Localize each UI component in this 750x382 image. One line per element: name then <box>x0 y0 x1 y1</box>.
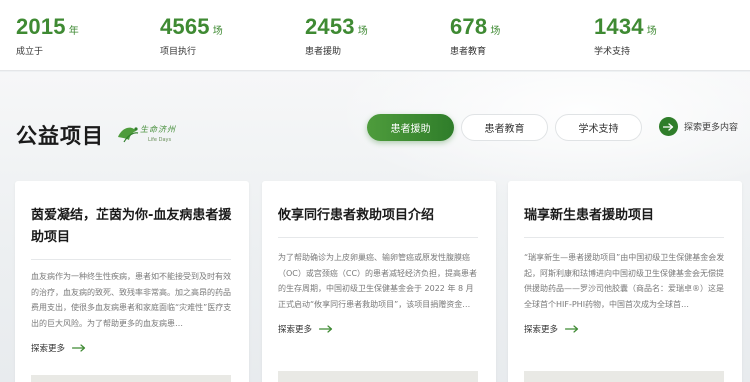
card-image <box>524 371 724 382</box>
card-title[interactable]: 攸享同行患者救助项目介绍 <box>278 205 484 227</box>
card-divider <box>524 237 724 238</box>
tab-patient-education[interactable]: 患者教育 <box>461 114 548 141</box>
stat-number: 4565 <box>160 14 210 39</box>
stat-patient-education: 678 场 患者教育 <box>450 14 500 57</box>
card-title[interactable]: 茵爱凝结，芷茵为你-血友病患者援助项目 <box>31 205 237 249</box>
card-image <box>31 375 231 382</box>
card-excerpt: 血友病作为一种终生性疾病，患者如不能接受到及时有效的治疗，血友病的致死、致残率非… <box>31 272 232 328</box>
program-card-ruixiang[interactable]: 瑞享新生患者援助项目 “瑞享新生—患者援助项目”由中国初级卫生保健基金会发起，阿… <box>508 181 742 382</box>
explore-more-label: 探索更多内容 <box>684 123 739 133</box>
tab-patient-aid[interactable]: 患者援助 <box>367 114 454 141</box>
card-explore-link[interactable]: 探索更多 <box>278 323 333 335</box>
card-excerpt: 为了帮助确诊为上皮卵巢癌、输卵管癌或原发性腹膜癌（OC）或宫颈癌（CC）的患者减… <box>278 253 478 309</box>
card-link-label: 探索更多 <box>278 325 313 335</box>
stat-projects: 4565 场 项目执行 <box>160 14 223 57</box>
arrow-right-icon <box>72 344 86 352</box>
stat-patient-aid: 2453 场 患者援助 <box>305 14 368 57</box>
stat-label: 患者教育 <box>450 47 487 57</box>
card-image <box>278 371 478 382</box>
stats-bar: 2015 年 成立于 4565 场 项目执行 2453 场 患者援助 678 场… <box>0 0 750 71</box>
card-excerpt: “瑞享新生—患者援助项目”由中国初级卫生保健基金会发起，阿斯利康和珐博进向中国初… <box>524 253 725 309</box>
arrow-right-icon <box>565 325 579 333</box>
stat-label: 成立于 <box>16 47 44 57</box>
stat-academic-support: 1434 场 学术支持 <box>594 14 657 57</box>
stat-number: 2015 <box>16 14 66 39</box>
stat-unit: 年 <box>68 26 79 37</box>
card-explore-link[interactable]: 探索更多 <box>31 342 86 354</box>
stat-number: 678 <box>450 14 488 39</box>
logo-text: 生命济州 <box>140 125 176 134</box>
tab-academic-support[interactable]: 学术支持 <box>555 114 642 141</box>
stat-founded: 2015 年 成立于 <box>16 14 79 57</box>
stat-unit: 场 <box>212 26 223 37</box>
explore-more-link[interactable]: 探索更多内容 <box>659 117 738 136</box>
card-divider <box>31 259 231 260</box>
arrow-right-icon <box>319 325 333 333</box>
card-link-label: 探索更多 <box>524 325 559 335</box>
stat-label: 患者援助 <box>305 47 342 57</box>
program-card-hemophilia[interactable]: 茵爱凝结，芷茵为你-血友病患者援助项目 血友病作为一种终生性疾病，患者如不能接受… <box>15 181 249 382</box>
card-explore-link[interactable]: 探索更多 <box>524 323 579 335</box>
arrow-right-icon <box>659 117 678 136</box>
program-card-youxiang[interactable]: 攸享同行患者救助项目介绍 为了帮助确诊为上皮卵巢癌、输卵管癌或原发性腹膜癌（OC… <box>262 181 496 382</box>
stat-unit: 场 <box>646 26 657 37</box>
stat-unit: 场 <box>357 26 368 37</box>
logo-subtext: Life Days <box>148 137 172 143</box>
stat-number: 1434 <box>594 14 644 39</box>
stat-label: 学术支持 <box>594 47 631 57</box>
card-divider <box>278 237 478 238</box>
stat-label: 项目执行 <box>160 47 197 57</box>
card-link-label: 探索更多 <box>31 344 66 354</box>
stat-number: 2453 <box>305 14 355 39</box>
card-title[interactable]: 瑞享新生患者援助项目 <box>524 205 730 227</box>
stat-unit: 场 <box>490 26 501 37</box>
section-title: 公益项目 <box>16 124 104 148</box>
